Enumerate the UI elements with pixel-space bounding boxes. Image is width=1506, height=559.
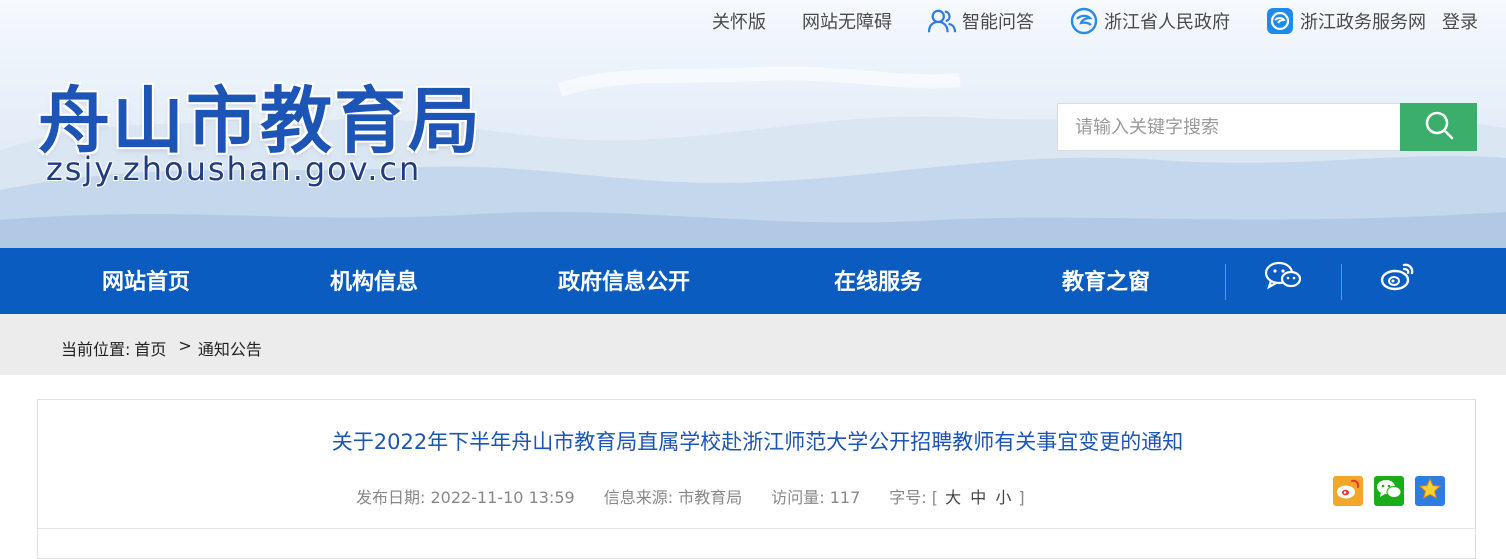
article-title: 关于2022年下半年舟山市教育局直属学校赴浙江师范大学公开招聘教师有关事宜变更的… — [331, 430, 1184, 454]
source-label: 信息来源: — [603, 488, 674, 507]
font-size-large-button[interactable]: 大 — [945, 488, 961, 507]
zhejiang-service-icon — [1266, 7, 1294, 35]
star-icon — [1418, 477, 1442, 505]
font-size-bracket-open: [ — [931, 488, 938, 507]
search-button[interactable] — [1400, 103, 1477, 151]
article-divider — [38, 528, 1475, 529]
breadcrumb-home-link[interactable]: 首页 — [134, 336, 166, 360]
share-favorite-button[interactable] — [1415, 476, 1445, 506]
search-input[interactable] — [1057, 103, 1400, 151]
breadcrumb-separator: > — [178, 336, 192, 355]
visits-count: 117 — [829, 488, 861, 507]
weibo-nav-button[interactable] — [1378, 260, 1418, 296]
site-logo-url: zsjy.zhoushan.gov.cn — [46, 150, 422, 188]
smart-qa-link[interactable]: 智能问答 — [928, 7, 1034, 35]
weibo-icon — [1335, 477, 1361, 505]
accessibility-link[interactable]: 网站无障碍 — [802, 8, 892, 34]
main-nav: 网站首页 机构信息 政府信息公开 在线服务 教育之窗 — [0, 248, 1506, 314]
breadcrumb-bar: 当前位置: 首页 > 通知公告 — [0, 314, 1506, 375]
users-icon — [928, 7, 956, 35]
share-buttons — [1322, 476, 1445, 506]
publish-date-label: 发布日期: — [356, 488, 426, 507]
zhejiang-gov-link[interactable]: 浙江省人民政府 — [1070, 7, 1230, 35]
font-size-medium-button[interactable]: 中 — [970, 488, 986, 507]
site-header: 关怀版 网站无障碍 智能问答 浙江省人民政府 浙江政务服务网 登录 舟山市教育局… — [0, 0, 1506, 248]
font-size-small-button[interactable]: 小 — [995, 488, 1011, 507]
nav-item-online-service[interactable]: 在线服务 — [834, 248, 922, 314]
font-size-label: 字号: — [889, 488, 927, 507]
wechat-icon — [1264, 260, 1302, 296]
zhejiang-service-label: 浙江政务服务网 — [1300, 12, 1426, 33]
font-size-bracket-close: ] — [1018, 488, 1025, 507]
zhejiang-gov-icon — [1070, 7, 1098, 35]
care-version-link[interactable]: 关怀版 — [712, 8, 766, 34]
breadcrumb-current-link[interactable]: 通知公告 — [198, 336, 262, 360]
publish-date: 2022-11-10 13:59 — [430, 488, 575, 507]
search-bar — [1057, 103, 1477, 151]
nav-divider — [1341, 264, 1342, 300]
share-wechat-button[interactable] — [1374, 476, 1404, 506]
zhejiang-service-link[interactable]: 浙江政务服务网 — [1266, 7, 1426, 35]
nav-item-organization[interactable]: 机构信息 — [330, 248, 418, 314]
accessibility-label: 网站无障碍 — [802, 12, 892, 33]
breadcrumb: 当前位置: 首页 > 通知公告 — [61, 336, 262, 360]
search-icon — [1424, 110, 1454, 144]
zhejiang-gov-label: 浙江省人民政府 — [1104, 12, 1230, 33]
source-value: 市教育局 — [678, 488, 743, 507]
login-label: 登录 — [1442, 12, 1478, 33]
visits-label: 访问量: — [771, 488, 825, 507]
share-weibo-button[interactable] — [1333, 476, 1363, 506]
top-links: 关怀版 网站无障碍 智能问答 浙江省人民政府 浙江政务服务网 登录 — [712, 7, 1478, 35]
article-meta: 发布日期: 2022-11-10 13:59 信息来源: 市教育局 访问量: 1… — [356, 484, 1025, 508]
login-link[interactable]: 登录 — [1442, 8, 1478, 34]
care-version-label: 关怀版 — [712, 12, 766, 33]
article-panel: 关于2022年下半年舟山市教育局直属学校赴浙江师范大学公开招聘教师有关事宜变更的… — [37, 399, 1476, 559]
nav-item-home[interactable]: 网站首页 — [102, 248, 190, 314]
nav-item-gov-disclosure[interactable]: 政府信息公开 — [558, 248, 690, 314]
nav-divider — [1225, 264, 1226, 300]
breadcrumb-label: 当前位置: — [61, 340, 131, 359]
wechat-icon — [1376, 478, 1402, 504]
nav-item-education-window[interactable]: 教育之窗 — [1062, 248, 1150, 314]
weibo-icon — [1380, 260, 1416, 296]
wechat-nav-button[interactable] — [1263, 260, 1303, 296]
smart-qa-label: 智能问答 — [962, 12, 1034, 33]
